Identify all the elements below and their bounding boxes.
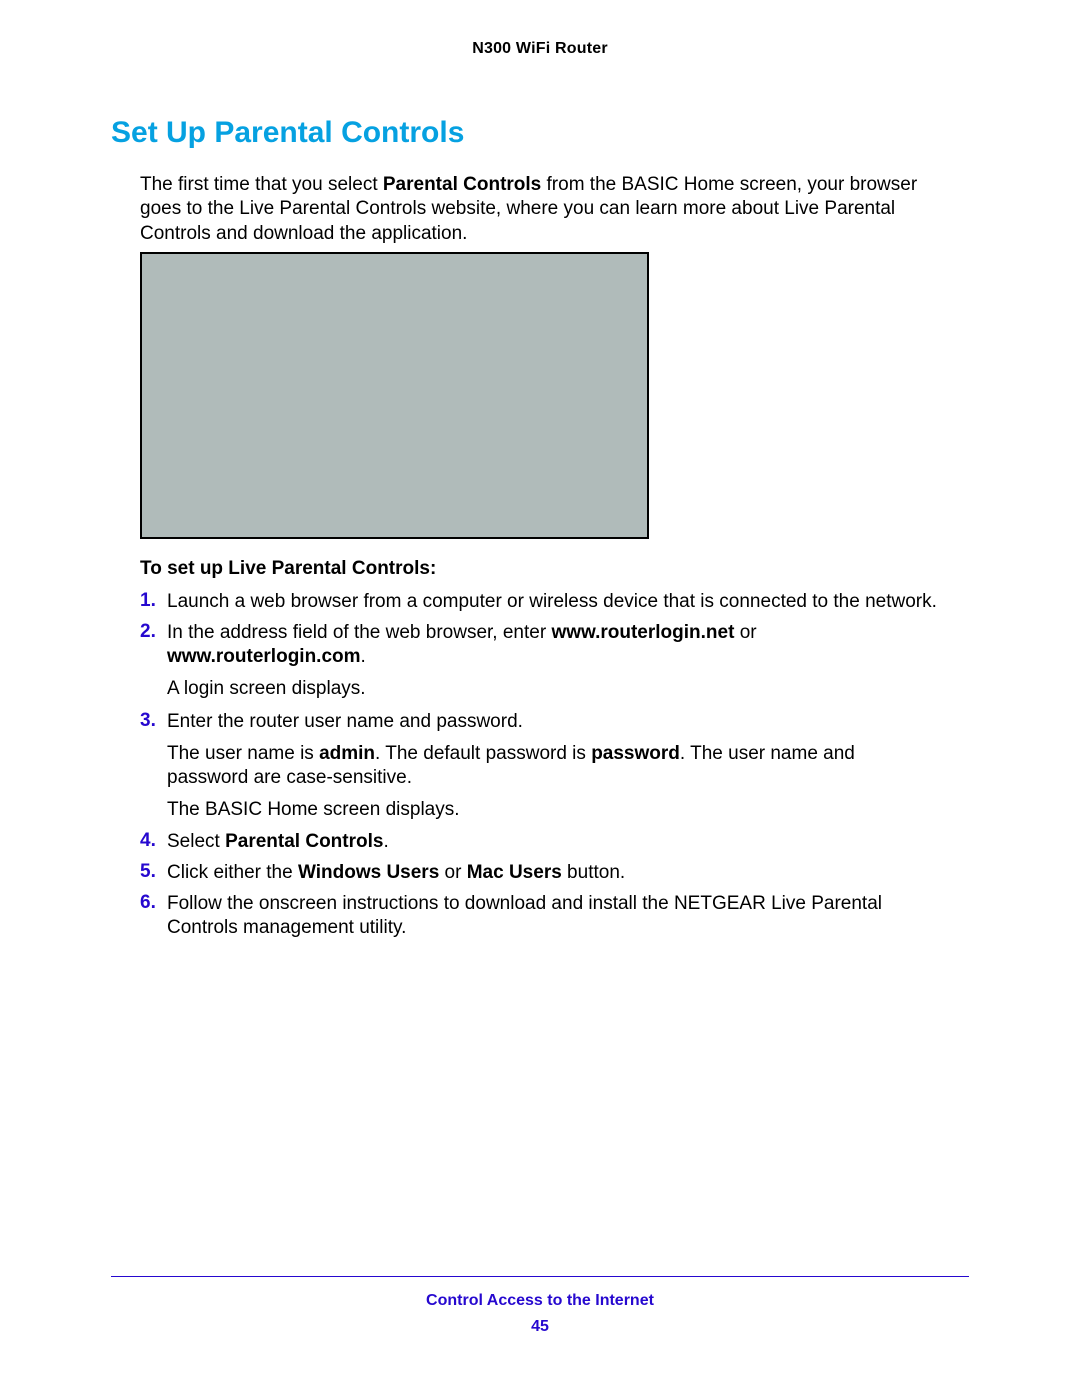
bold-text: www.routerlogin.com — [167, 646, 361, 667]
step-number: 4. — [140, 830, 167, 854]
step-subtext: The user name is admin. The default pass… — [167, 742, 940, 790]
footer-rule — [111, 1276, 969, 1277]
section-heading: Set Up Parental Controls — [111, 116, 464, 150]
bold-text: password — [591, 743, 680, 764]
step-2: 2. In the address field of the web brows… — [140, 621, 940, 669]
bold-text: admin — [319, 743, 375, 764]
document-header: N300 WiFi Router — [0, 40, 1080, 58]
bold-text: Mac Users — [467, 862, 562, 883]
text: or — [734, 622, 756, 643]
procedure-heading: To set up Live Parental Controls: — [140, 558, 436, 580]
step-text: Select Parental Controls. — [167, 830, 940, 854]
screenshot-placeholder — [140, 252, 649, 539]
text: The first time that you select — [140, 174, 383, 195]
text: . The default password is — [375, 743, 591, 764]
step-text: Click either the Windows Users or Mac Us… — [167, 861, 940, 885]
text: In the address field of the web browser,… — [167, 622, 551, 643]
step-1: 1. Launch a web browser from a computer … — [140, 590, 940, 614]
step-text: In the address field of the web browser,… — [167, 621, 940, 669]
bold-text: Parental Controls — [383, 174, 541, 195]
step-6: 6. Follow the onscreen instructions to d… — [140, 892, 940, 940]
step-text: Enter the router user name and password. — [167, 710, 940, 734]
page: N300 WiFi Router Set Up Parental Control… — [0, 0, 1080, 1397]
text: . — [361, 646, 366, 667]
text: button. — [562, 862, 625, 883]
steps-list: 1. Launch a web browser from a computer … — [140, 590, 940, 948]
step-number: 3. — [140, 710, 167, 734]
step-subtext: The BASIC Home screen displays. — [167, 798, 940, 822]
step-number: 2. — [140, 621, 167, 669]
step-number: 1. — [140, 590, 167, 614]
intro-paragraph: The first time that you select Parental … — [140, 173, 940, 246]
step-5: 5. Click either the Windows Users or Mac… — [140, 861, 940, 885]
text: Click either the — [167, 862, 298, 883]
step-3: 3. Enter the router user name and passwo… — [140, 710, 940, 734]
step-4: 4. Select Parental Controls. — [140, 830, 940, 854]
footer-page-number: 45 — [0, 1318, 1080, 1336]
text: The user name is — [167, 743, 319, 764]
bold-text: www.routerlogin.net — [551, 622, 734, 643]
bold-text: Parental Controls — [225, 831, 383, 852]
step-number: 6. — [140, 892, 167, 940]
bold-text: Windows Users — [298, 862, 439, 883]
text: . — [383, 831, 388, 852]
footer-section-label: Control Access to the Internet — [0, 1292, 1080, 1310]
step-subtext: A login screen displays. — [167, 677, 940, 701]
text: Select — [167, 831, 225, 852]
step-number: 5. — [140, 861, 167, 885]
step-text: Launch a web browser from a computer or … — [167, 590, 940, 614]
text: or — [439, 862, 466, 883]
step-text: Follow the onscreen instructions to down… — [167, 892, 940, 940]
